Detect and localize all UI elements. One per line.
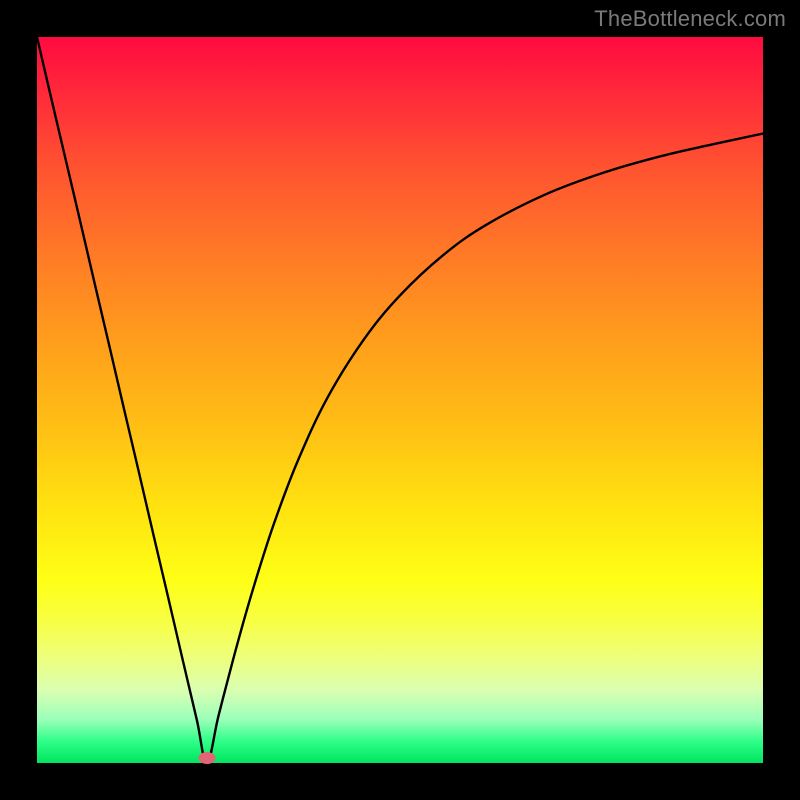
bottleneck-curve <box>37 37 763 763</box>
watermark-text: TheBottleneck.com <box>594 6 786 32</box>
plot-area <box>37 37 763 763</box>
optimal-point-marker <box>198 752 215 764</box>
chart-frame: TheBottleneck.com <box>0 0 800 800</box>
